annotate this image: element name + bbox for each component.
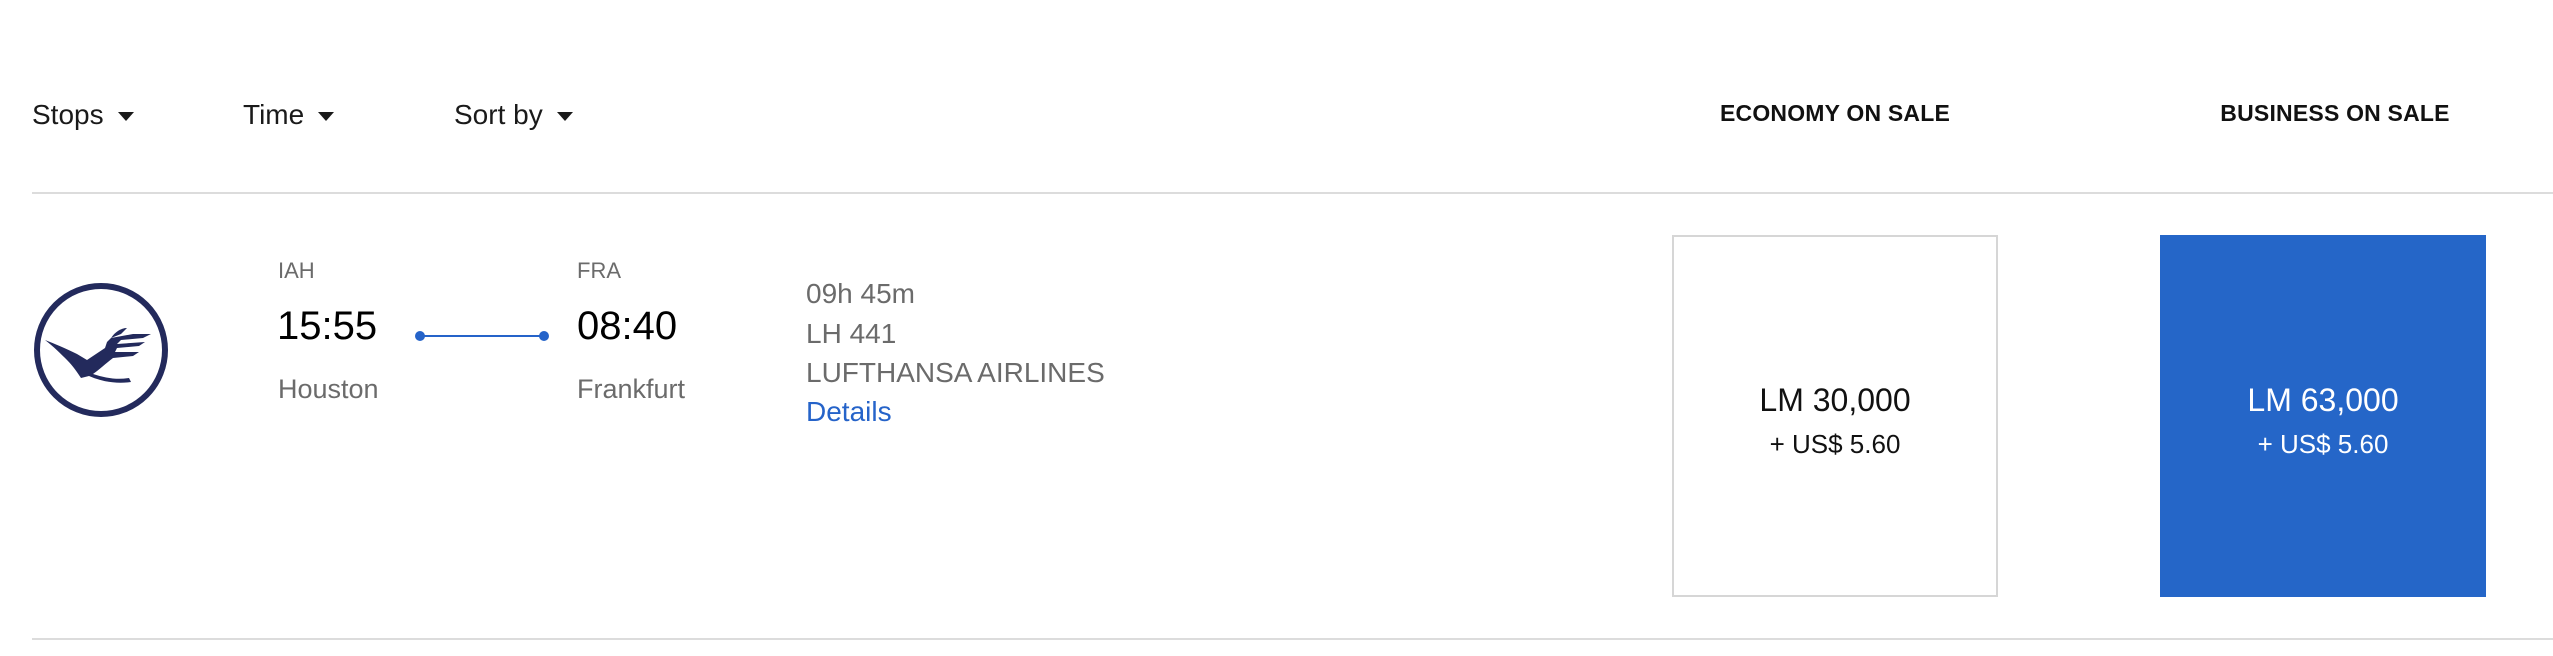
- business-fare-fee: + US$ 5.60: [2257, 429, 2389, 459]
- arrival-airport-code: FRA: [577, 258, 621, 283]
- lufthansa-logo-icon: [34, 283, 168, 417]
- airline-name: LUFTHANSA AIRLINES: [806, 357, 1105, 388]
- business-fare-miles: LM 63,000: [2247, 382, 2399, 418]
- business-column-header: BUSINESS ON SALE: [2220, 100, 2450, 126]
- caret-down-icon: [318, 111, 335, 121]
- stops-filter-dropdown[interactable]: Stops: [32, 95, 134, 135]
- business-fare-button[interactable]: LM 63,000 + US$ 5.60: [2160, 235, 2486, 597]
- sort-by-label: Sort by: [454, 99, 543, 130]
- time-filter-label: Time: [243, 99, 305, 130]
- departure-time: 15:55: [277, 304, 378, 348]
- flight-duration: 09h 45m: [806, 278, 915, 309]
- route-end-dot: [539, 331, 549, 341]
- details-link[interactable]: Details: [806, 396, 892, 428]
- economy-fare-button[interactable]: LM 30,000 + US$ 5.60: [1672, 235, 1998, 597]
- caret-down-icon: [556, 111, 573, 121]
- flight-number: LH 441: [806, 318, 897, 349]
- departure-city: Houston: [278, 374, 379, 404]
- sort-by-dropdown[interactable]: Sort by: [454, 95, 573, 135]
- departure-airport-code: IAH: [278, 258, 315, 283]
- economy-column-header: ECONOMY ON SALE: [1719, 100, 1951, 126]
- stops-filter-label: Stops: [32, 99, 104, 130]
- flight-results-page: Stops Time Sort by ECONOMY ON SALE BUSIN…: [0, 0, 2553, 656]
- route-line: [420, 335, 544, 337]
- header-divider: [32, 192, 2553, 194]
- arrival-time: 08:40: [577, 304, 678, 348]
- time-filter-dropdown[interactable]: Time: [243, 95, 335, 135]
- caret-down-icon: [117, 111, 134, 121]
- economy-fare-miles: LM 30,000: [1759, 382, 1911, 418]
- row-divider: [32, 638, 2553, 640]
- economy-fare-fee: + US$ 5.60: [1769, 429, 1901, 459]
- arrival-city: Frankfurt: [577, 374, 686, 404]
